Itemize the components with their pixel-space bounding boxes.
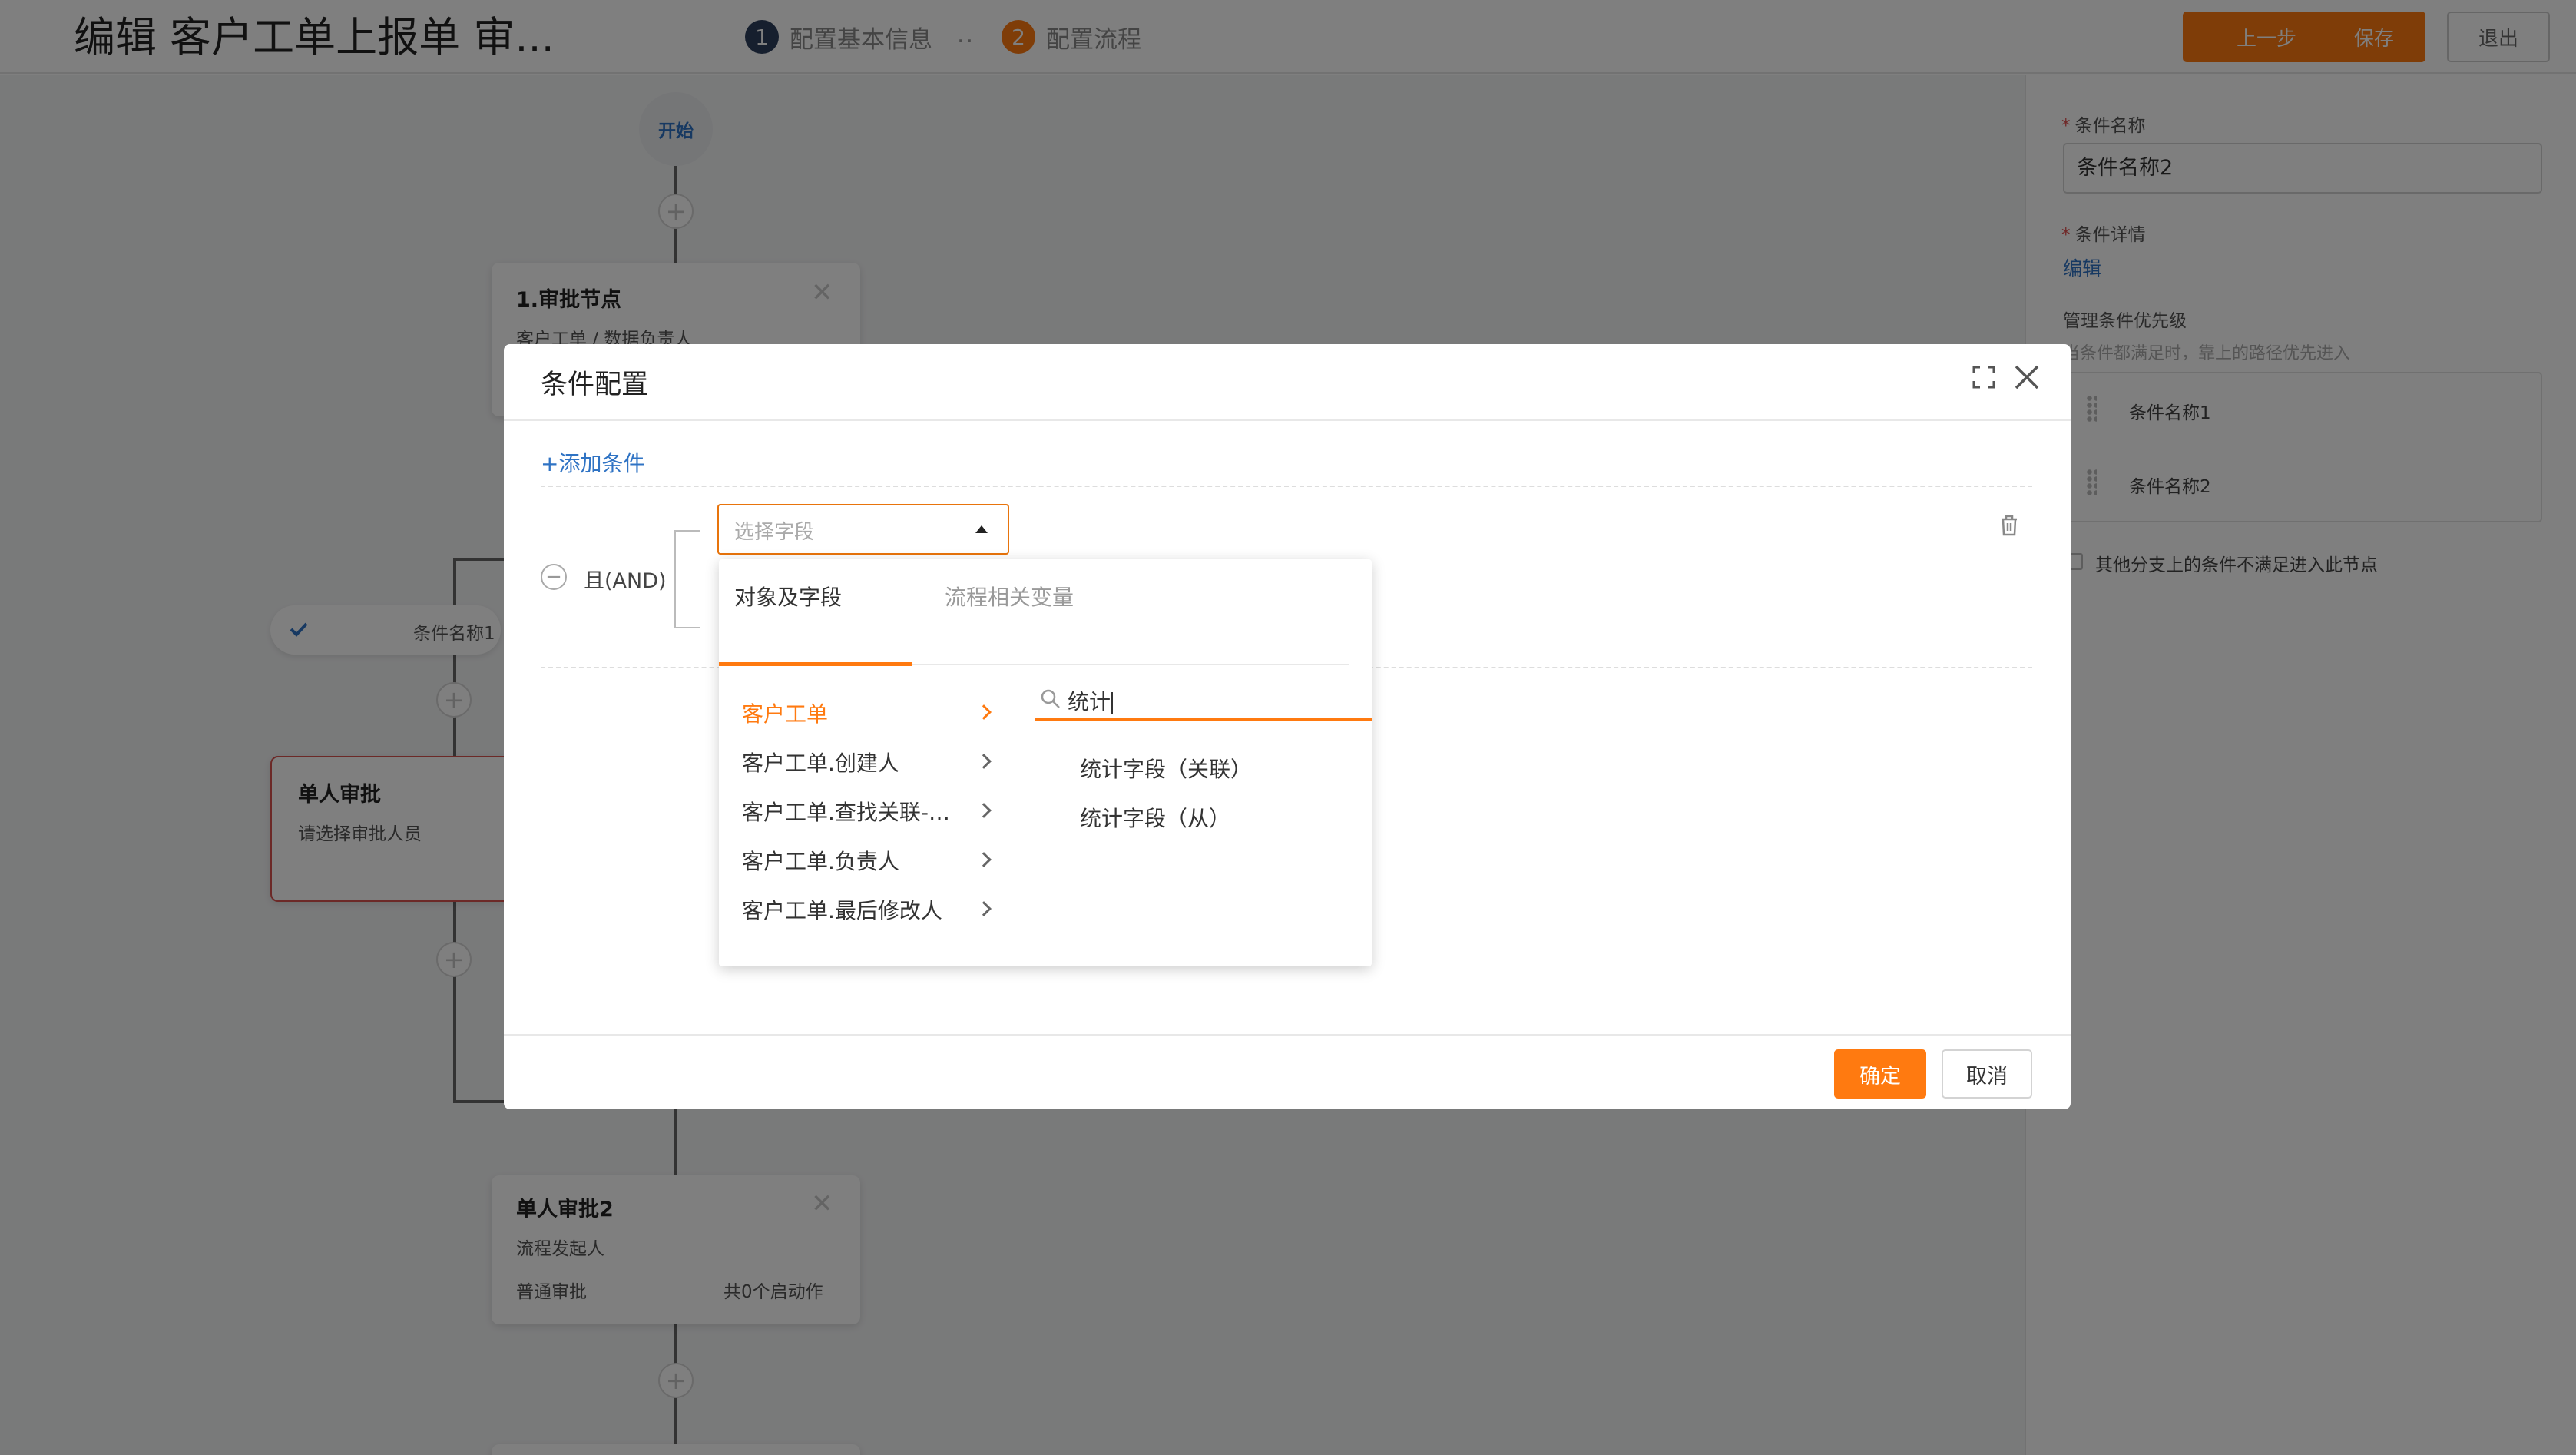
add-condition-link[interactable]: +添加条件 (541, 447, 644, 478)
tab-objects-fields[interactable]: 对象及字段 (734, 581, 842, 611)
object-item[interactable]: 客户工单.查找关联-物料 (742, 796, 969, 827)
trash-icon[interactable] (2000, 515, 2018, 536)
search-result-item[interactable]: 统计字段（从） (1080, 802, 1230, 833)
group-bracket (674, 530, 700, 628)
search-result-item[interactable]: 统计字段（关联） (1080, 753, 1252, 784)
chevron-right-icon (976, 803, 992, 818)
search-value: 统计 (1068, 685, 1114, 716)
object-item[interactable]: 客户工单.负责人 (742, 845, 1003, 876)
active-tab-indicator (719, 662, 912, 666)
close-icon[interactable] (2012, 363, 2041, 392)
search-icon (1041, 689, 1060, 708)
field-dropdown: 对象及字段 流程相关变量 客户工单 客户工单.创建人 客户工单.查找关联-物料 … (719, 559, 1372, 966)
field-search-input[interactable]: 统计 (1035, 682, 1372, 721)
logic-operator[interactable]: 且(AND) (584, 564, 667, 594)
modal-title: 条件配置 (541, 370, 649, 400)
object-item-active[interactable]: 客户工单 (742, 698, 1003, 728)
modal-footer-divider (504, 1034, 2071, 1036)
collapse-group-button[interactable]: − (541, 564, 567, 590)
modal-header-divider (504, 419, 2071, 421)
tab-flow-variables[interactable]: 流程相关变量 (945, 581, 1074, 611)
object-item[interactable]: 客户工单.最后修改人 (742, 894, 1003, 925)
text-cursor (1111, 692, 1114, 714)
cancel-button[interactable]: 取消 (1942, 1049, 2032, 1099)
confirm-button[interactable]: 确定 (1834, 1049, 1926, 1099)
object-item[interactable]: 客户工单.创建人 (742, 747, 1003, 777)
search-text: 统计 (1068, 689, 1111, 714)
field-select[interactable]: 选择字段 (717, 504, 1009, 555)
field-select-placeholder: 选择字段 (734, 521, 815, 544)
caret-up-icon (975, 525, 988, 533)
divider (541, 486, 2032, 487)
maximize-icon[interactable] (1972, 366, 1995, 389)
